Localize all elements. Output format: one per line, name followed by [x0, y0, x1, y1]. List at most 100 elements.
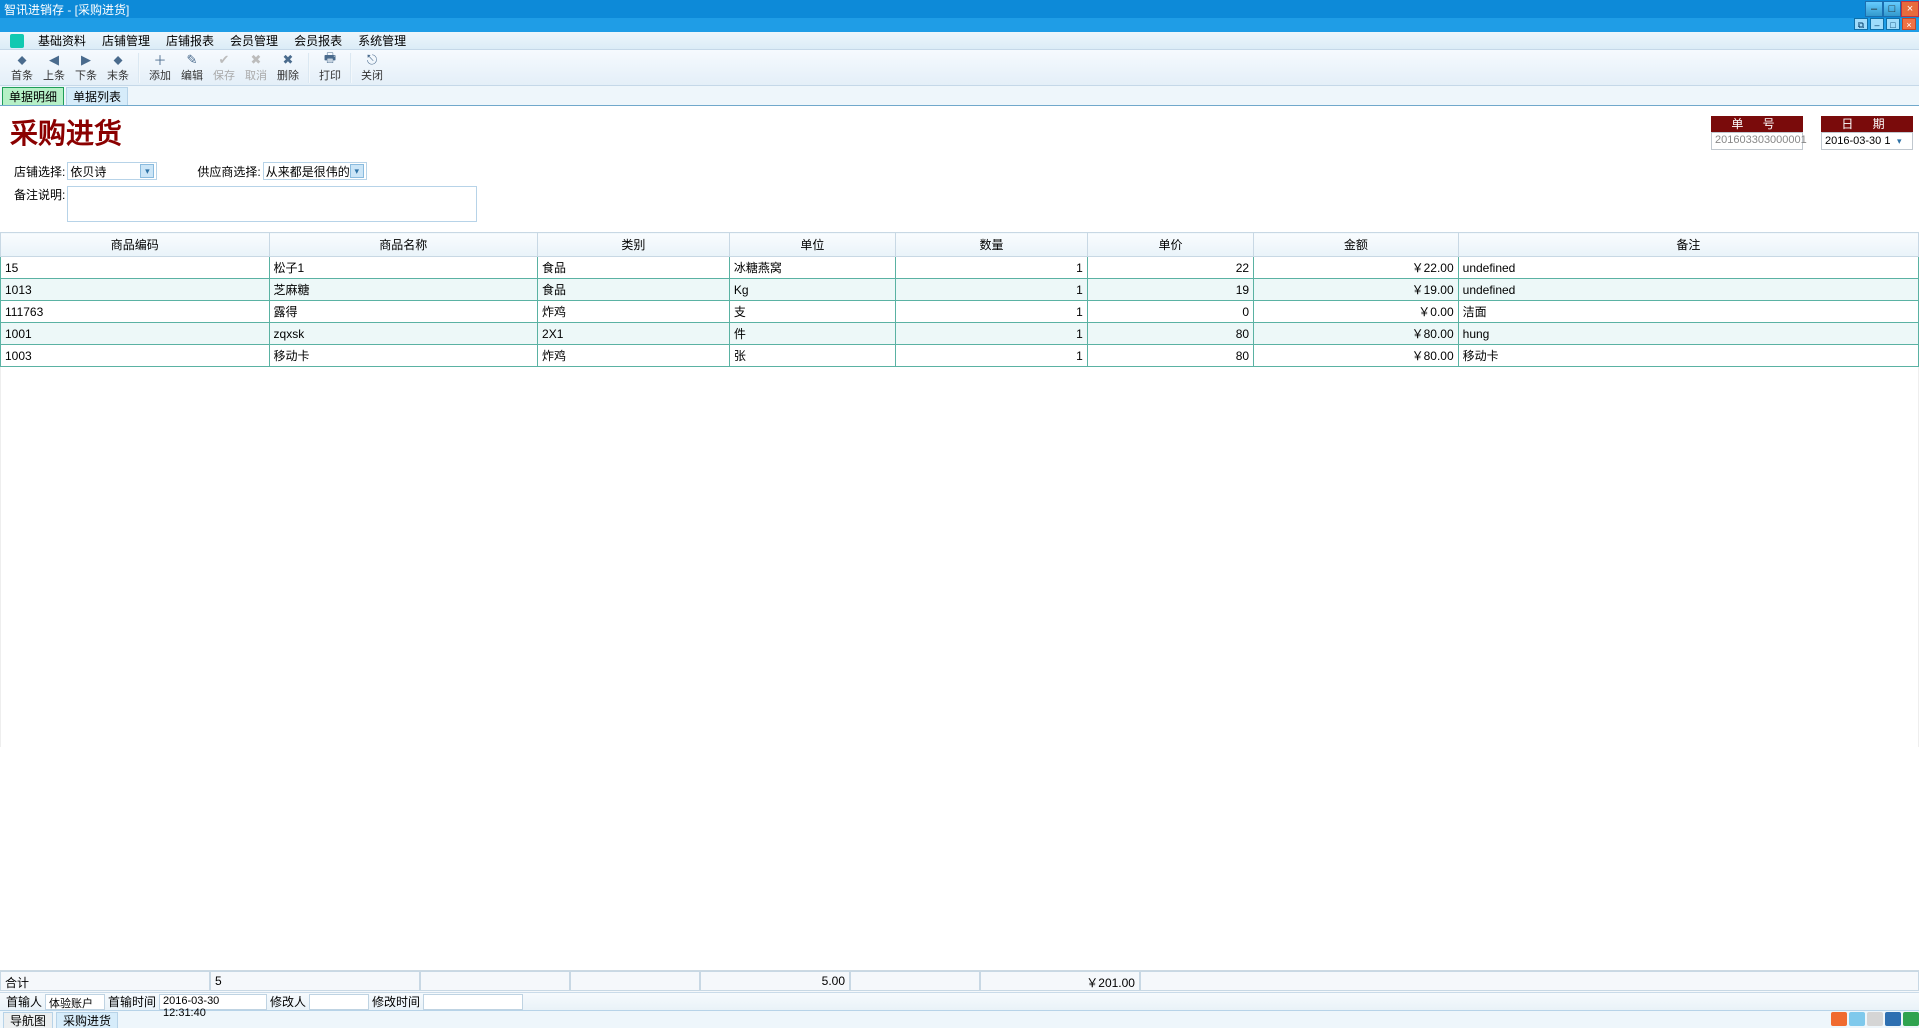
toolbar-首条-button[interactable]: ⬥首条: [6, 51, 38, 85]
table-cell[interactable]: 松子1: [269, 257, 538, 279]
items-table: 商品编码商品名称类别单位数量单价金额备注 15松子1食品冰糖燕窝122￥22.0…: [0, 232, 1919, 367]
table-cell[interactable]: 1003: [1, 345, 270, 367]
toolbar-末条-button[interactable]: ⬥末条: [102, 51, 134, 85]
bottom-tab-purchase[interactable]: 采购进货: [56, 1012, 118, 1028]
tab-list[interactable]: 单据列表: [66, 87, 128, 105]
column-header[interactable]: 单位: [729, 233, 895, 257]
tray-icon[interactable]: [1885, 1012, 1901, 1026]
table-cell[interactable]: 移动卡: [269, 345, 538, 367]
toolbar-下条-button[interactable]: ▶下条: [70, 51, 102, 85]
table-cell[interactable]: 食品: [538, 257, 730, 279]
column-header[interactable]: 金额: [1254, 233, 1459, 257]
window-maximize-button[interactable]: □: [1883, 1, 1901, 17]
store-select[interactable]: 依贝诗 ▾: [67, 162, 157, 180]
table-cell[interactable]: 1: [896, 279, 1088, 301]
table-cell[interactable]: 80: [1087, 345, 1253, 367]
保存-icon: ✔: [216, 53, 232, 67]
ctime-value[interactable]: 2016-03-30 12:31:40: [159, 994, 267, 1010]
table-cell[interactable]: 移动卡: [1458, 345, 1918, 367]
menu-member-manage[interactable]: 会员管理: [222, 32, 286, 50]
column-header[interactable]: 备注: [1458, 233, 1918, 257]
tray-icon[interactable]: [1831, 1012, 1847, 1026]
window-minimize-button[interactable]: –: [1865, 1, 1883, 17]
tray-icon[interactable]: [1849, 1012, 1865, 1026]
table-cell[interactable]: 22: [1087, 257, 1253, 279]
tray-icon[interactable]: [1867, 1012, 1883, 1026]
table-cell[interactable]: 支: [729, 301, 895, 323]
toolbar-删除-button[interactable]: ✖删除: [272, 51, 304, 85]
table-cell[interactable]: ￥19.00: [1254, 279, 1459, 301]
chevron-down-icon[interactable]: ▾: [140, 164, 154, 178]
table-row[interactable]: 1001zqxsk2X1件180￥80.00hung: [1, 323, 1919, 345]
creator-value[interactable]: 体验账户: [45, 994, 105, 1010]
table-cell[interactable]: 111763: [1, 301, 270, 323]
table-cell[interactable]: 15: [1, 257, 270, 279]
system-tray: [1831, 1010, 1919, 1028]
column-header[interactable]: 商品名称: [269, 233, 538, 257]
table-cell[interactable]: 1001: [1, 323, 270, 345]
mdi-maximize-button[interactable]: □: [1886, 18, 1900, 30]
toolbar-上条-button[interactable]: ◀上条: [38, 51, 70, 85]
table-cell[interactable]: ￥22.00: [1254, 257, 1459, 279]
mdi-restore-button[interactable]: ⧉: [1854, 18, 1868, 30]
table-cell[interactable]: 张: [729, 345, 895, 367]
table-cell[interactable]: 19: [1087, 279, 1253, 301]
remark-input[interactable]: [67, 186, 477, 222]
date-value[interactable]: 2016-03-30 1 ▾: [1821, 132, 1913, 150]
table-cell[interactable]: 件: [729, 323, 895, 345]
table-cell[interactable]: ￥80.00: [1254, 345, 1459, 367]
supplier-select[interactable]: 从来都是很伟的 ▾: [263, 162, 367, 180]
table-cell[interactable]: zqxsk: [269, 323, 538, 345]
chevron-down-icon[interactable]: ▾: [1897, 136, 1909, 147]
table-cell[interactable]: 2X1: [538, 323, 730, 345]
toolbar-separator: [138, 53, 140, 83]
table-cell[interactable]: 0: [1087, 301, 1253, 323]
table-cell[interactable]: 炸鸡: [538, 301, 730, 323]
mdi-minimize-button[interactable]: –: [1870, 18, 1884, 30]
column-header[interactable]: 类别: [538, 233, 730, 257]
toolbar-关闭-button[interactable]: ⎋关闭: [356, 51, 388, 85]
table-cell[interactable]: undefined: [1458, 279, 1918, 301]
table-cell[interactable]: ￥80.00: [1254, 323, 1459, 345]
menu-basic-data[interactable]: 基础资料: [30, 32, 94, 50]
modifier-value[interactable]: [309, 994, 369, 1010]
table-cell[interactable]: ￥0.00: [1254, 301, 1459, 323]
table-cell[interactable]: 洁面: [1458, 301, 1918, 323]
tray-icon[interactable]: [1903, 1012, 1919, 1026]
menu-system[interactable]: 系统管理: [350, 32, 414, 50]
table-cell[interactable]: 1: [896, 301, 1088, 323]
chevron-down-icon[interactable]: ▾: [350, 164, 364, 178]
table-cell[interactable]: undefined: [1458, 257, 1918, 279]
table-row[interactable]: 1013芝麻糖食品Kg119￥19.00undefined: [1, 279, 1919, 301]
window-close-button[interactable]: ×: [1901, 1, 1919, 17]
table-cell[interactable]: 炸鸡: [538, 345, 730, 367]
mdi-close-button[interactable]: ×: [1902, 18, 1916, 30]
table-cell[interactable]: 露得: [269, 301, 538, 323]
toolbar-打印-button[interactable]: 🖶打印: [314, 51, 346, 85]
table-cell[interactable]: 1: [896, 323, 1088, 345]
table-cell[interactable]: 1013: [1, 279, 270, 301]
table-cell[interactable]: 1: [896, 257, 1088, 279]
table-cell[interactable]: 1: [896, 345, 1088, 367]
menu-store-report[interactable]: 店铺报表: [158, 32, 222, 50]
column-header[interactable]: 商品编码: [1, 233, 270, 257]
mtime-value[interactable]: [423, 994, 523, 1010]
bottom-tab-nav[interactable]: 导航图: [3, 1012, 53, 1028]
table-cell[interactable]: 芝麻糖: [269, 279, 538, 301]
column-header[interactable]: 数量: [896, 233, 1088, 257]
bill-no-value[interactable]: 201603303000001: [1711, 132, 1803, 150]
tab-detail[interactable]: 单据明细: [2, 87, 64, 105]
toolbar-添加-button[interactable]: ＋添加: [144, 51, 176, 85]
table-cell[interactable]: 食品: [538, 279, 730, 301]
table-cell[interactable]: 冰糖燕窝: [729, 257, 895, 279]
table-row[interactable]: 15松子1食品冰糖燕窝122￥22.00undefined: [1, 257, 1919, 279]
toolbar-编辑-button[interactable]: ✎编辑: [176, 51, 208, 85]
table-row[interactable]: 1003移动卡炸鸡张180￥80.00移动卡: [1, 345, 1919, 367]
table-cell[interactable]: 80: [1087, 323, 1253, 345]
table-row[interactable]: 111763露得炸鸡支10￥0.00洁面: [1, 301, 1919, 323]
table-cell[interactable]: hung: [1458, 323, 1918, 345]
menu-store-manage[interactable]: 店铺管理: [94, 32, 158, 50]
menu-member-report[interactable]: 会员报表: [286, 32, 350, 50]
table-cell[interactable]: Kg: [729, 279, 895, 301]
column-header[interactable]: 单价: [1087, 233, 1253, 257]
